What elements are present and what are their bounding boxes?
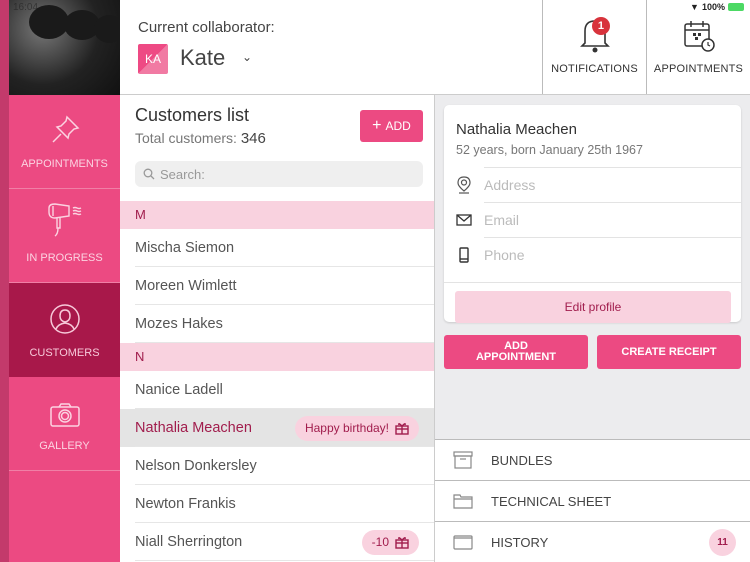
customer-full-name: Nathalia Meachen [456,121,577,138]
battery-text: 100% [701,2,725,12]
phone-placeholder: Phone [484,237,741,272]
salon-photo: 16:04 [9,0,120,95]
pushpin-icon [51,115,79,143]
section-header: M [120,201,434,229]
header: Current collaborator: KA Kate ⌄ 1 NOTIFI… [120,0,750,95]
customer-name: Nanice Ladell [135,382,223,398]
sidebar-label: APPOINTMENTS [21,158,108,170]
email-placeholder: Email [484,202,741,237]
section-header: N [120,343,434,371]
menu-label: HISTORY [491,534,549,550]
customer-name: Nelson Donkersley [135,458,257,474]
list-item-selected[interactable]: Nathalia Meachen Happy birthday! [120,409,434,447]
search-input[interactable]: Search: [135,161,423,187]
wifi-icon: ▼ [690,2,699,12]
birthday-badge: Happy birthday! [294,415,419,441]
envelope-icon [456,213,472,226]
phone-field[interactable]: Phone [444,237,741,272]
collaborator-name[interactable]: Kate [180,45,225,71]
address-field[interactable]: Address [444,167,741,202]
sidebar-item-customers[interactable]: CUSTOMERS [9,283,120,377]
edit-profile-button[interactable]: Edit profile [455,291,731,323]
customer-name: Mozes Hakes [135,316,223,332]
user-icon [49,304,80,334]
menu-item-bundles[interactable]: BUNDLES [435,439,750,480]
discount-badge: -10 [361,529,419,555]
avatar: KA [138,44,168,74]
appointments-header-button[interactable]: APPOINTMENTS [646,0,750,94]
menu-item-technical-sheet[interactable]: TECHNICAL SHEET [435,480,750,521]
sidebar-label: IN PROGRESS [26,252,103,264]
gift-icon [395,422,409,435]
archive-icon [453,535,473,550]
hair-dryer-icon [47,203,81,237]
customer-menu: BUNDLES TECHNICAL SHEET HISTORY 11 [435,439,750,562]
menu-label: BUNDLES [491,452,553,468]
customer-detail: Nathalia Meachen 52 years, born January … [435,95,750,440]
total-value: 346 [240,130,266,147]
customers-total: Total customers: 346 [135,130,266,147]
gift-icon [395,536,409,549]
customer-name: Nathalia Meachen [135,420,252,436]
camera-icon [49,403,80,427]
add-appointment-button[interactable]: ADD APPOINTMENT [444,335,588,369]
notifications-button[interactable]: 1 NOTIFICATIONS [542,0,646,94]
appointments-header-label: APPOINTMENTS [653,63,744,75]
sidebar-edge [0,0,9,562]
customers-title: Customers list [135,105,250,125]
search-icon [143,168,155,180]
sidebar: APPOINTMENTS IN PROGRESS CUSTOMERS GALLE… [9,95,120,562]
chevron-down-icon[interactable]: ⌄ [242,50,252,64]
battery-icon [728,3,744,11]
customer-age: 52 years, born January 25th 1967 [456,143,643,157]
customer-name: Mischa Siemon [135,240,235,256]
list-item[interactable]: Nanice Ladell [120,371,434,409]
location-pin-icon [457,175,471,194]
list-item[interactable]: Nelson Donkersley [120,447,434,485]
create-receipt-button[interactable]: CREATE RECEIPT [597,335,741,369]
folder-icon [453,494,473,509]
customers-list: M Mischa Siemon Moreen Wimlett Mozes Hak… [120,201,434,561]
customer-name: Newton Frankis [135,496,236,512]
add-customer-button[interactable]: + ADD [360,110,423,142]
list-item[interactable]: Newton Frankis [120,485,434,523]
menu-item-history[interactable]: HISTORY 11 [435,521,750,562]
list-item[interactable]: Niall Sherrington -10 [120,523,434,561]
box-icon [453,451,473,469]
customers-panel: Customers list Total customers: 346 + ADD… [120,95,435,562]
plus-icon: + [372,117,382,134]
search-placeholder: Search: [160,166,205,182]
list-item[interactable]: Moreen Wimlett [120,267,434,305]
badge-text: -10 [371,535,389,549]
email-field[interactable]: Email [444,202,741,237]
add-label: ADD [385,119,411,133]
notifications-label: NOTIFICATIONS [551,63,638,75]
customer-name: Niall Sherrington [135,534,243,550]
total-label: Total customers: [135,130,237,146]
menu-label: TECHNICAL SHEET [491,493,612,509]
phone-icon [459,246,469,263]
divider [444,282,741,283]
profile-card: Nathalia Meachen 52 years, born January … [444,105,741,323]
status-time: 16:04 [13,2,39,13]
sidebar-item-appointments[interactable]: APPOINTMENTS [9,95,120,189]
sidebar-item-in-progress[interactable]: IN PROGRESS [9,189,120,283]
collaborator-label: Current collaborator: [138,19,275,36]
list-item[interactable]: Mozes Hakes [120,305,434,343]
notifications-badge: 1 [592,17,610,35]
history-count-badge: 11 [709,528,736,556]
sidebar-label: CUSTOMERS [29,347,100,359]
address-placeholder: Address [484,167,741,202]
customer-name: Moreen Wimlett [135,278,237,294]
add-appointment-label-2: APPOINTMENT [475,351,557,363]
badge-text: Happy birthday! [304,421,389,435]
status-right: ▼ 100% [690,2,744,12]
sidebar-item-gallery[interactable]: GALLERY [9,377,120,471]
list-item[interactable]: Mischa Siemon [120,229,434,267]
sidebar-label: GALLERY [39,440,90,452]
calendar-icon [683,21,715,52]
